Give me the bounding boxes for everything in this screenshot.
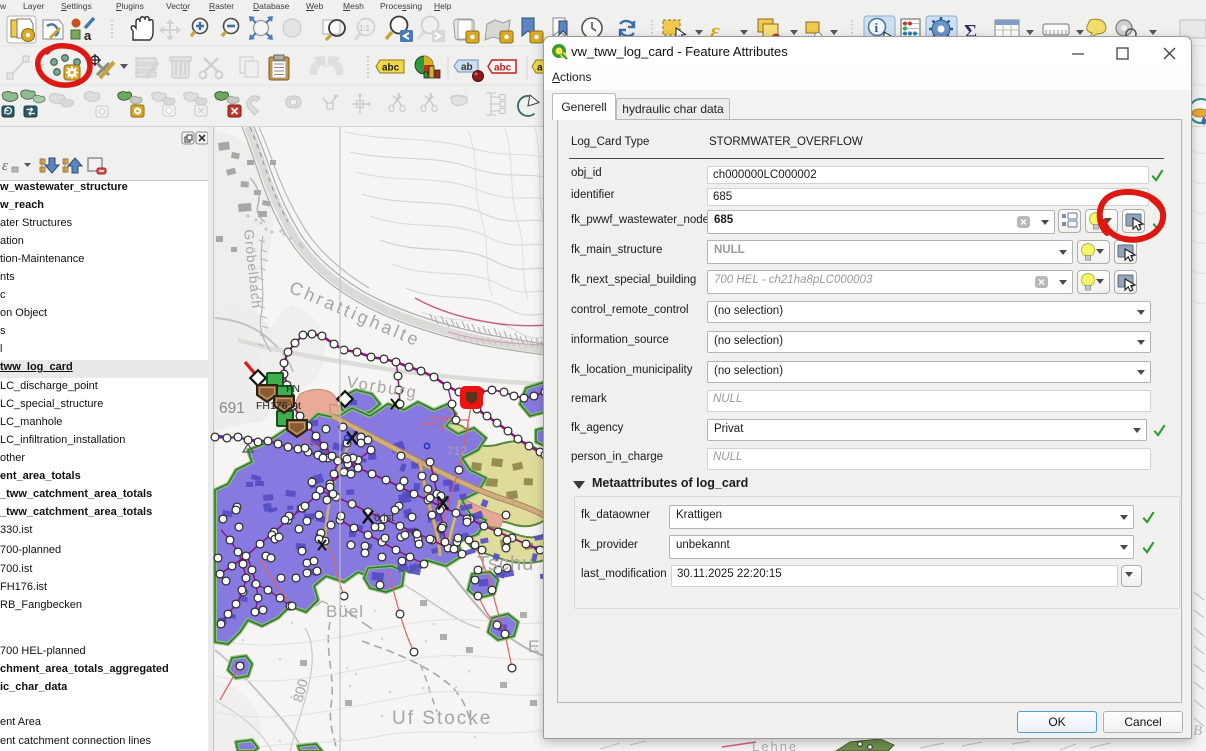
svg-text:FH176.ist: FH176.ist (256, 400, 301, 412)
svg-text:691: 691 (219, 400, 245, 417)
svg-text:B: B (1193, 723, 1202, 739)
svg-text:0.ist: 0.ist (374, 512, 394, 524)
svg-text:Büel: Büel (326, 602, 364, 621)
svg-text:abc: abc (382, 63, 400, 74)
svg-text:E: E (528, 637, 539, 656)
svg-text:FN: FN (286, 383, 300, 395)
svg-text:Lehne: Lehne (752, 739, 798, 751)
svg-text:Uf Stocke: Uf Stocke (392, 708, 492, 729)
svg-text:ε: ε (2, 158, 8, 174)
svg-text:712: 712 (447, 444, 467, 458)
svg-text:a: a (84, 28, 92, 43)
svg-text:ab: ab (461, 62, 473, 73)
svg-text:abc: abc (494, 63, 512, 74)
svg-text:1:1: 1:1 (359, 24, 371, 33)
svg-text:Tschu: Tschu (477, 553, 534, 575)
svg-text:i: i (875, 20, 879, 35)
